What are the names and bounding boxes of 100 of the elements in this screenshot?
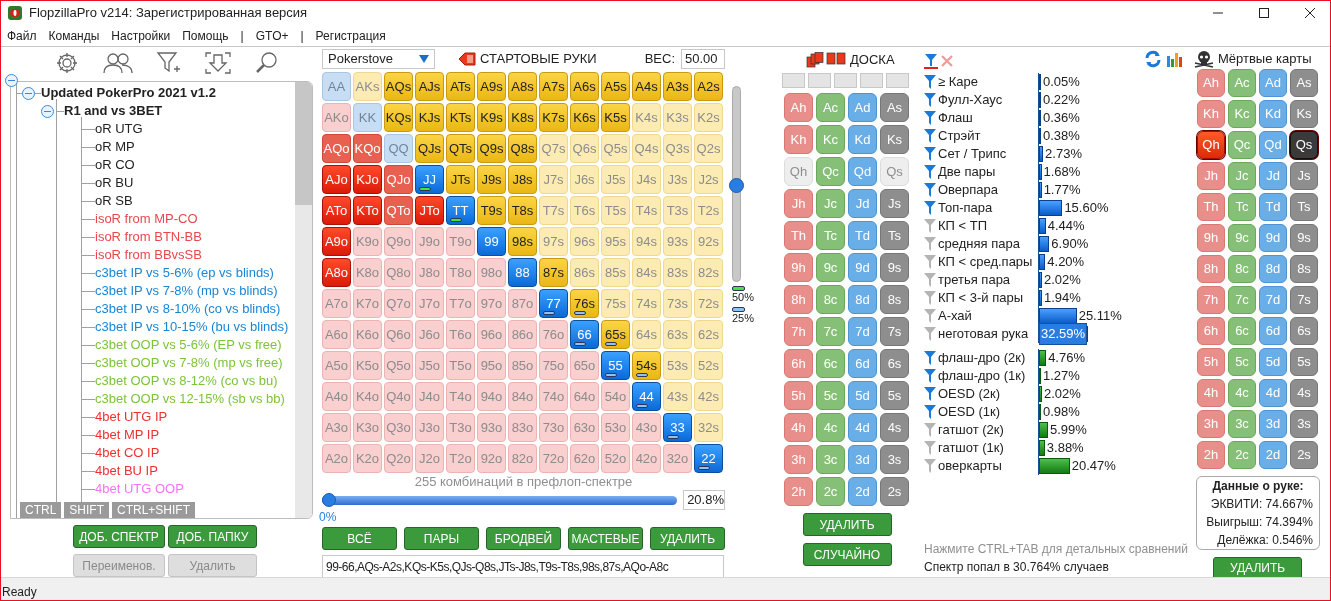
- folder-label[interactable]: R1 and vs 3BET: [64, 102, 163, 120]
- hand-cell[interactable]: 98o: [477, 258, 506, 287]
- hand-cell[interactable]: 97o: [477, 289, 506, 318]
- card-button[interactable]: 5h: [1197, 347, 1225, 376]
- hand-cell[interactable]: KTo: [353, 196, 382, 225]
- card-button[interactable]: 7s: [1290, 285, 1318, 314]
- hand-cell[interactable]: A9s: [477, 72, 506, 101]
- hand-cell[interactable]: KQo: [353, 134, 382, 163]
- card-button[interactable]: 5s: [880, 381, 909, 410]
- hand-cell[interactable]: 43o: [632, 413, 661, 442]
- range-item[interactable]: oR MP: [95, 138, 135, 156]
- hand-cell[interactable]: T9s: [477, 196, 506, 225]
- hand-cell[interactable]: A5s: [601, 72, 630, 101]
- hand-cell[interactable]: J5s: [601, 165, 630, 194]
- hand-cell[interactable]: 83s: [663, 258, 692, 287]
- menu-item[interactable]: Настройки: [111, 26, 171, 45]
- card-button[interactable]: 7h: [784, 317, 813, 346]
- hand-cell[interactable]: 99: [477, 227, 506, 256]
- card-button[interactable]: 3c: [816, 445, 845, 474]
- hand-cell[interactable]: QTs: [446, 134, 475, 163]
- action-button[interactable]: ДОБ. ПАПКУ: [168, 525, 257, 548]
- card-button[interactable]: 5s: [1290, 347, 1318, 376]
- search-icon[interactable]: [254, 51, 280, 75]
- hand-cell[interactable]: J5o: [415, 351, 444, 380]
- hand-cell[interactable]: AKs: [353, 72, 382, 101]
- hand-cell[interactable]: QTo: [384, 196, 413, 225]
- hand-cell[interactable]: 85s: [601, 258, 630, 287]
- hand-cell[interactable]: 92o: [477, 444, 506, 473]
- filter-toggle-icon[interactable]: [924, 183, 936, 197]
- card-button[interactable]: 8d: [848, 285, 877, 314]
- range-item[interactable]: oR BU: [95, 174, 134, 192]
- card-button[interactable]: 3h: [784, 445, 813, 474]
- hand-cell[interactable]: Q5s: [601, 134, 630, 163]
- hand-cell[interactable]: JJ: [415, 165, 444, 194]
- hand-cell[interactable]: A8o: [322, 258, 351, 287]
- hand-cell[interactable]: 64o: [570, 382, 599, 411]
- card-button[interactable]: 2h: [1197, 440, 1225, 469]
- hand-cell[interactable]: 66: [570, 320, 599, 349]
- filter-toggle-icon[interactable]: [924, 369, 936, 383]
- card-button[interactable]: Ts: [1290, 192, 1318, 221]
- hand-cell[interactable]: J6s: [570, 165, 599, 194]
- card-button[interactable]: 2h: [784, 477, 813, 506]
- card-button[interactable]: 6d: [1259, 316, 1287, 345]
- cards-back-icon[interactable]: [458, 52, 476, 66]
- hand-cell[interactable]: 75o: [539, 351, 568, 380]
- card-button[interactable]: 4h: [1197, 378, 1225, 407]
- hand-cell[interactable]: K5o: [353, 351, 382, 380]
- hand-cell[interactable]: Q9s: [477, 134, 506, 163]
- hand-cell[interactable]: 94s: [632, 227, 661, 256]
- card-button[interactable]: 9c: [1228, 223, 1256, 252]
- card-button[interactable]: Kc: [1228, 99, 1256, 128]
- hand-cell[interactable]: AJo: [322, 165, 351, 194]
- weight-field[interactable]: 50.00: [681, 49, 725, 69]
- hand-cell[interactable]: ATs: [446, 72, 475, 101]
- hand-cell[interactable]: QJs: [415, 134, 444, 163]
- hand-cell[interactable]: JTs: [446, 165, 475, 194]
- action-button[interactable]: МАСТЕВЫЕ: [568, 527, 643, 550]
- hand-cell[interactable]: K8s: [508, 103, 537, 132]
- hand-cell[interactable]: A9o: [322, 227, 351, 256]
- menu-item[interactable]: Файл: [7, 26, 37, 45]
- hand-cell[interactable]: 76s: [570, 289, 599, 318]
- hand-cell[interactable]: A6s: [570, 72, 599, 101]
- range-item[interactable]: c3bet IP vs 5-6% (ep vs blinds): [95, 264, 274, 282]
- hand-cell[interactable]: J4s: [632, 165, 661, 194]
- hand-cell[interactable]: KJs: [415, 103, 444, 132]
- card-button[interactable]: Qd: [1259, 130, 1287, 159]
- card-button[interactable]: Jh: [1197, 161, 1225, 190]
- card-button[interactable]: 7d: [1259, 285, 1287, 314]
- filter-toggle-icon[interactable]: [924, 111, 936, 125]
- hand-cell[interactable]: K6s: [570, 103, 599, 132]
- hand-cell[interactable]: K2o: [353, 444, 382, 473]
- hand-cell[interactable]: K4o: [353, 382, 382, 411]
- slider-thumb[interactable]: [322, 492, 336, 507]
- hand-cell[interactable]: J2s: [694, 165, 723, 194]
- card-button[interactable]: 6h: [784, 349, 813, 378]
- card-button[interactable]: 9d: [1259, 223, 1287, 252]
- card-button[interactable]: 8s: [880, 285, 909, 314]
- filter-toggle-icon[interactable]: [924, 291, 936, 305]
- hand-cell[interactable]: 77: [539, 289, 568, 318]
- hand-cell[interactable]: JTo: [415, 196, 444, 225]
- hand-cell[interactable]: 73s: [663, 289, 692, 318]
- hand-cell[interactable]: Q9o: [384, 227, 413, 256]
- hand-cell[interactable]: 62s: [694, 320, 723, 349]
- hand-cell[interactable]: 87o: [508, 289, 537, 318]
- hand-cell[interactable]: 42o: [632, 444, 661, 473]
- filter-toggle-icon[interactable]: [924, 201, 936, 215]
- card-button[interactable]: 3d: [1259, 409, 1287, 438]
- range-item[interactable]: c3bet IP vs 10-15% (bu vs blinds): [95, 318, 289, 336]
- hand-cell[interactable]: T8o: [446, 258, 475, 287]
- hand-cell[interactable]: 73o: [539, 413, 568, 442]
- hand-cell[interactable]: A7o: [322, 289, 351, 318]
- hand-cell[interactable]: J7o: [415, 289, 444, 318]
- hand-cell[interactable]: 53s: [663, 351, 692, 380]
- card-button[interactable]: 5d: [848, 381, 877, 410]
- hand-cell[interactable]: T8s: [508, 196, 537, 225]
- hand-cell[interactable]: T3o: [446, 413, 475, 442]
- hand-cell[interactable]: K9o: [353, 227, 382, 256]
- hand-cell[interactable]: KQs: [384, 103, 413, 132]
- range-item[interactable]: 4bet BU IP: [95, 462, 158, 480]
- action-button[interactable]: УДАЛИТЬ: [650, 527, 725, 550]
